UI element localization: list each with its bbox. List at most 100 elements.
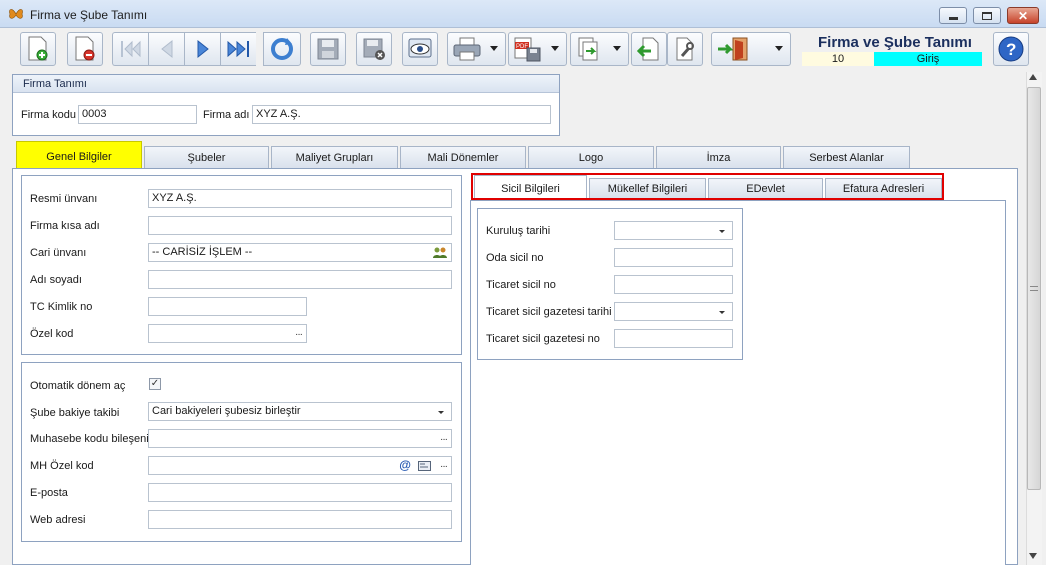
new-record-button[interactable]	[20, 32, 56, 66]
settings-button[interactable]	[667, 32, 703, 66]
ellipsis-icon[interactable]: ···	[440, 431, 448, 447]
highlight-box	[471, 173, 944, 200]
chevron-down-icon	[438, 411, 444, 414]
special-code-field[interactable]: ···	[148, 324, 307, 343]
settings-icon	[676, 37, 694, 61]
print-button[interactable]	[447, 32, 506, 66]
firm-name-label: Firma adı	[203, 109, 250, 121]
scroll-up-icon[interactable]	[1029, 74, 1037, 80]
chamber-no-label: Oda sicil no	[486, 252, 544, 264]
delete-record-icon	[75, 36, 95, 61]
card-icon[interactable]	[418, 461, 431, 471]
first-record-icon	[120, 40, 140, 58]
founded-date-label: Kuruluş tarihi	[486, 225, 551, 237]
pdf-export-button[interactable]: PDF	[508, 32, 567, 66]
website-label: Web adresi	[30, 514, 86, 526]
import-button[interactable]	[631, 32, 667, 66]
official-title-field[interactable]: XYZ A.Ş.	[148, 189, 452, 208]
auto-period-label: Otomatik dönem aç	[30, 380, 126, 392]
delete-record-button[interactable]	[67, 32, 103, 66]
maximize-button[interactable]	[973, 7, 1001, 24]
gazette-date-picker[interactable]	[614, 302, 733, 321]
cancel-save-button[interactable]	[356, 32, 392, 66]
chevron-down-icon	[490, 46, 498, 51]
users-icon[interactable]	[433, 247, 447, 259]
official-title-label: Resmi ünvanı	[30, 193, 98, 205]
app-header-title: Firma ve Şube Tanımı	[818, 34, 972, 51]
mh-special-code-label: MH Özel kod	[30, 460, 94, 472]
import-icon	[637, 37, 659, 61]
email-label: E-posta	[30, 487, 68, 499]
at-sign-icon[interactable]: @	[399, 457, 411, 474]
branch-balance-select[interactable]: Cari bakiyeleri şubesiz birleştir	[148, 402, 452, 421]
export-icon	[578, 37, 598, 61]
chevron-down-icon	[613, 46, 621, 51]
full-name-field[interactable]	[148, 270, 452, 289]
svg-text:?: ?	[1006, 40, 1016, 59]
help-icon: ?	[998, 36, 1024, 62]
help-button[interactable]: ?	[993, 32, 1029, 66]
gazette-no-label: Ticaret sicil gazetesi no	[486, 333, 600, 345]
ellipsis-icon[interactable]: ···	[295, 326, 303, 342]
next-record-icon	[197, 39, 209, 59]
gazette-no-field[interactable]	[614, 329, 733, 348]
print-icon	[453, 37, 481, 61]
tab-item[interactable]: Maliyet Grupları	[271, 146, 398, 168]
tab-item[interactable]: Logo	[528, 146, 654, 168]
firm-code-field[interactable]: 0003	[78, 105, 197, 124]
branch-balance-value: Cari bakiyeleri şubesiz birleştir	[152, 405, 301, 417]
export-button[interactable]	[570, 32, 629, 66]
trade-no-field[interactable]	[614, 275, 733, 294]
auto-period-checkbox[interactable]: ✓	[149, 378, 161, 390]
preview-button[interactable]	[402, 32, 438, 66]
refresh-button[interactable]	[263, 32, 301, 66]
tc-no-field[interactable]	[148, 297, 307, 316]
short-name-field[interactable]	[148, 216, 452, 235]
last-record-icon	[227, 40, 249, 58]
last-record-button[interactable]	[220, 32, 256, 66]
firm-group-title: Firma Tanımı	[13, 75, 559, 93]
tab-item[interactable]: Mali Dönemler	[400, 146, 526, 168]
refresh-icon	[271, 38, 293, 60]
accounting-code-field[interactable]: ···	[148, 429, 452, 448]
next-record-button[interactable]	[184, 32, 220, 66]
branch-balance-label: Şube bakiye takibi	[30, 407, 120, 419]
account-title-label: Cari ünvanı	[30, 247, 87, 259]
firm-name-field[interactable]: XYZ A.Ş.	[252, 105, 551, 124]
previous-record-icon	[160, 39, 172, 59]
email-field[interactable]	[148, 483, 452, 502]
svg-text:PDF: PDF	[516, 44, 528, 50]
mh-special-code-field[interactable]: @ ···	[148, 456, 452, 475]
close-button[interactable]: ✕	[1007, 7, 1039, 24]
chevron-down-icon	[775, 46, 783, 51]
previous-record-button[interactable]	[148, 32, 184, 66]
chamber-no-field[interactable]	[614, 248, 733, 267]
account-title-value: -- CARİSİZ İŞLEM --	[152, 246, 253, 258]
minimize-button[interactable]	[939, 7, 967, 24]
trade-no-label: Ticaret sicil no	[486, 279, 556, 291]
exit-door-icon	[718, 37, 748, 61]
checkmark-icon: ✓	[150, 378, 160, 389]
scroll-down-icon[interactable]	[1029, 553, 1037, 559]
website-field[interactable]	[148, 510, 452, 529]
short-name-label: Firma kısa adı	[30, 220, 100, 232]
founded-date-picker[interactable]	[614, 221, 733, 240]
gazette-date-label: Ticaret sicil gazetesi tarihi	[486, 306, 612, 318]
exit-button[interactable]	[711, 32, 791, 66]
new-record-icon	[28, 36, 48, 61]
full-name-label: Adı soyadı	[30, 274, 82, 286]
chevron-down-icon	[719, 311, 725, 314]
ellipsis-icon[interactable]: ···	[440, 458, 448, 474]
first-record-button[interactable]	[112, 32, 148, 66]
account-title-field[interactable]: -- CARİSİZ İŞLEM --	[148, 243, 452, 262]
close-icon: ✕	[1017, 8, 1029, 23]
tab-item[interactable]: İmza	[656, 146, 781, 168]
save-button[interactable]	[310, 32, 346, 66]
tab-item[interactable]: Genel Bilgiler	[16, 141, 142, 169]
accounting-code-label: Muhasebe kodu bileşeni	[30, 433, 149, 445]
minimize-icon	[948, 16, 958, 20]
chevron-down-icon	[551, 46, 559, 51]
chevron-down-icon	[719, 230, 725, 233]
tab-item[interactable]: Şubeler	[144, 146, 269, 168]
tab-item[interactable]: Serbest Alanlar	[783, 146, 910, 168]
